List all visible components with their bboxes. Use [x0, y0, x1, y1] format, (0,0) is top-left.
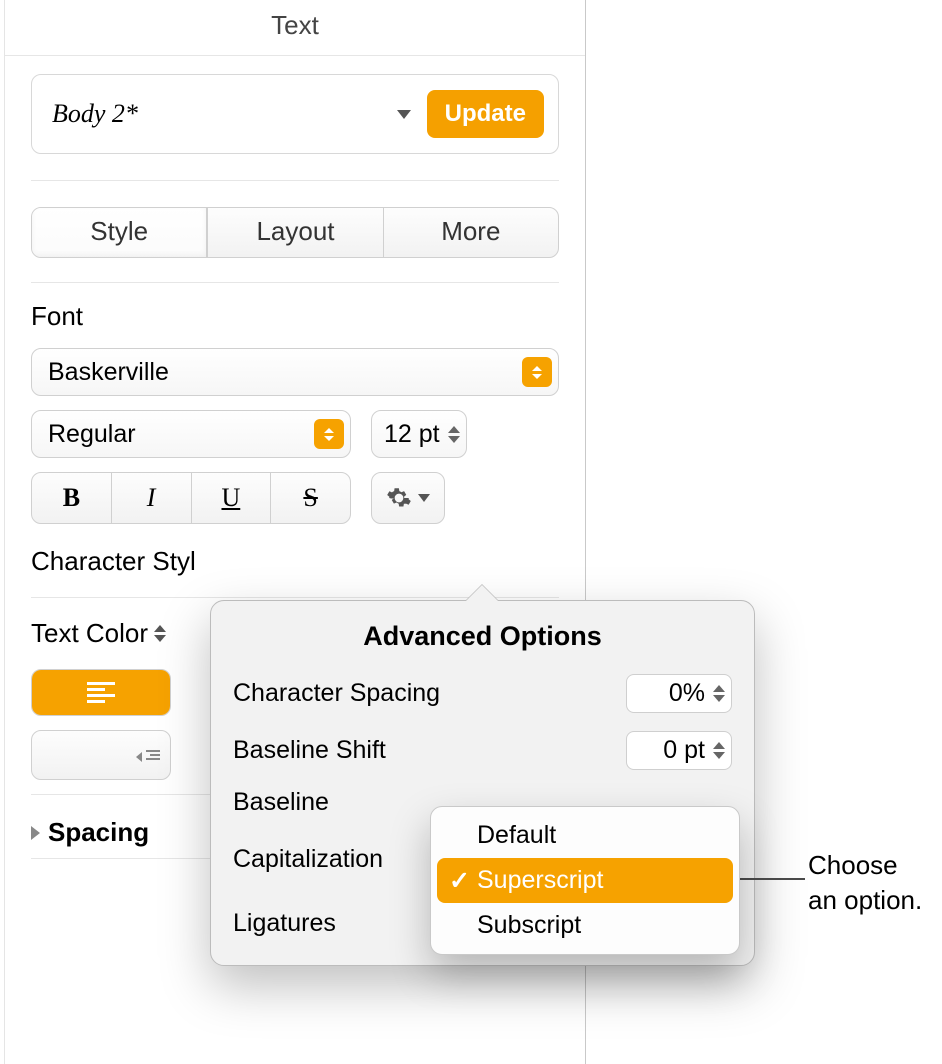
baseline-label: Baseline [233, 788, 329, 817]
stepper-arrows-icon [448, 426, 460, 443]
tab-layout[interactable]: Layout [207, 208, 382, 257]
character-spacing-label: Character Spacing [233, 679, 440, 708]
menu-item-label: Superscript [477, 866, 603, 894]
bold-button[interactable]: B [32, 473, 111, 523]
tab-more[interactable]: More [383, 208, 558, 257]
align-left-icon [87, 682, 115, 703]
chevron-down-icon [397, 110, 411, 119]
callout-line [735, 878, 805, 880]
callout-line2: an option. [808, 883, 922, 918]
callout-text: Choose an option. [808, 848, 922, 918]
ligatures-label: Ligatures [233, 909, 336, 938]
typeface-select[interactable]: Regular [31, 410, 351, 458]
spacing-label: Spacing [48, 817, 149, 848]
underline-button[interactable]: U [191, 473, 271, 523]
menu-item-superscript[interactable]: ✓ Superscript [437, 858, 733, 903]
strike-button[interactable]: S [270, 473, 350, 523]
chevron-down-icon [418, 494, 430, 502]
baseline-shift-label: Baseline Shift [233, 736, 386, 765]
baseline-menu: Default ✓ Superscript Subscript [430, 806, 740, 955]
font-size-value: 12 pt [384, 420, 440, 449]
stepper-arrows-icon [713, 685, 725, 702]
paragraph-style-select[interactable]: Body 2* [46, 89, 417, 139]
font-section-label: Font [5, 283, 585, 348]
gear-icon [386, 485, 412, 511]
paragraph-style-value: Body 2* [52, 99, 138, 129]
capitalization-label: Capitalization [233, 845, 383, 874]
font-size-stepper[interactable]: 12 pt [371, 410, 467, 458]
popup-arrows-icon [154, 625, 166, 642]
list-style-button[interactable] [31, 730, 171, 780]
typeface-value: Regular [48, 420, 136, 449]
align-left-button[interactable] [32, 670, 170, 715]
text-align-segment [31, 669, 171, 716]
font-family-value: Baskerville [48, 358, 169, 387]
format-tabs: Style Layout More [31, 207, 559, 258]
popup-knob-icon [522, 357, 552, 387]
paragraph-style-row: Body 2* Update [31, 74, 559, 154]
menu-item-default[interactable]: Default [437, 813, 733, 858]
disclosure-triangle-icon [31, 826, 40, 840]
character-spacing-stepper[interactable]: 0% [626, 674, 732, 713]
update-style-button[interactable]: Update [427, 90, 544, 138]
italic-button[interactable]: I [111, 473, 191, 523]
text-format-segment: B I U S [31, 472, 351, 524]
menu-item-subscript[interactable]: Subscript [437, 903, 733, 948]
text-color-label: Text Color [31, 618, 148, 649]
font-family-select[interactable]: Baskerville [31, 348, 559, 396]
advanced-options-title: Advanced Options [233, 621, 732, 652]
stepper-arrows-icon [713, 742, 725, 759]
paragraph-style-section: Body 2* Update [5, 56, 585, 154]
character-spacing-value: 0% [669, 679, 705, 708]
panel-title: Text [5, 0, 585, 56]
advanced-options-button[interactable] [371, 472, 445, 524]
popup-knob-icon [314, 419, 344, 449]
tabs-wrap: Style Layout More [5, 181, 585, 282]
baseline-shift-value: 0 pt [663, 736, 705, 765]
callout-line1: Choose [808, 848, 922, 883]
list-chevron-icon [146, 750, 160, 760]
baseline-shift-stepper[interactable]: 0 pt [626, 731, 732, 770]
character-styles-label: Character Styl [5, 538, 585, 597]
checkmark-icon: ✓ [449, 866, 470, 896]
tab-style[interactable]: Style [32, 208, 207, 257]
